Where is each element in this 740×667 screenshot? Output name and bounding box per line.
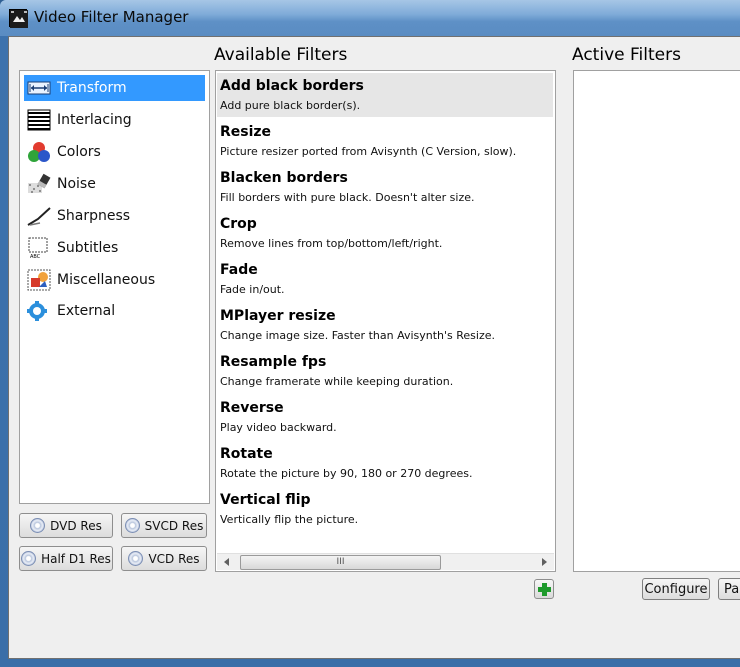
half-d1-res-button[interactable]: Half D1 Res <box>19 546 113 571</box>
filter-name: Reverse <box>220 400 284 416</box>
partial-button[interactable]: Par <box>718 578 740 600</box>
available-filters-heading: Available Filters <box>214 45 348 65</box>
category-transform[interactable]: Transform <box>24 75 205 101</box>
vcd-res-label: VCD Res <box>148 551 200 566</box>
filter-description: Change image size. Faster than Avisynth'… <box>220 329 496 342</box>
configure-button[interactable]: Configure <box>642 578 710 600</box>
filter-description: Rotate the picture by 90, 180 or 270 deg… <box>220 467 473 480</box>
filter-description: Fill borders with pure black. Doesn't al… <box>220 191 475 204</box>
category-subtitles[interactable]: ABC Subtitles <box>24 235 205 261</box>
category-label: Subtitles <box>57 240 119 256</box>
scrollbar-thumb[interactable]: III <box>240 555 441 570</box>
filter-name: Resample fps <box>220 354 327 370</box>
dvd-res-button[interactable]: DVD Res <box>19 513 113 538</box>
filter-name: Rotate <box>220 446 273 462</box>
filter-name: Fade <box>220 262 258 278</box>
category-sharpness[interactable]: Sharpness <box>24 203 205 229</box>
filter-name: MPlayer resize <box>220 308 336 324</box>
disc-icon <box>30 518 46 533</box>
available-filters-list[interactable]: Add black borders Add pure black border(… <box>215 70 556 572</box>
filter-name: Blacken borders <box>220 170 348 186</box>
category-label: Interlacing <box>57 112 132 128</box>
external-icon <box>26 300 52 322</box>
dialog-body: Available Filters Active Filters Transfo… <box>8 36 740 659</box>
filter-add-black-borders[interactable]: Add black borders Add pure black border(… <box>217 73 553 117</box>
category-label: Sharpness <box>57 208 131 224</box>
category-interlacing[interactable]: Interlacing <box>24 107 205 133</box>
filter-name: Crop <box>220 216 257 232</box>
title-bar[interactable]: Video Filter Manager <box>0 0 740 36</box>
category-colors[interactable]: Colors <box>24 139 205 165</box>
category-label: Colors <box>57 144 101 160</box>
subtitles-icon: ABC <box>26 237 52 260</box>
sharpness-icon <box>26 205 52 227</box>
interlacing-icon <box>26 109 52 131</box>
category-noise[interactable]: Noise <box>24 171 205 197</box>
filter-description: Change framerate while keeping duration. <box>220 375 454 388</box>
active-filters-list[interactable] <box>573 70 740 572</box>
add-filter-button[interactable] <box>534 579 554 599</box>
category-label: Transform <box>57 80 127 96</box>
filter-description: Fade in/out. <box>220 283 285 296</box>
filter-name: Vertical flip <box>220 492 311 508</box>
filter-name: Resize <box>220 124 272 140</box>
horizontal-scrollbar[interactable]: III <box>217 553 554 570</box>
app-window: Video Filter Manager Available Filters A… <box>0 0 740 667</box>
filter-crop[interactable]: Crop Remove lines from top/bottom/left/r… <box>217 211 553 255</box>
scroll-left-icon[interactable] <box>224 558 229 566</box>
category-label: External <box>57 303 116 319</box>
disc-icon <box>21 551 37 566</box>
filter-resize[interactable]: Resize Picture resizer ported from Avisy… <box>217 119 553 163</box>
filter-description: Vertically flip the picture. <box>220 513 359 526</box>
filter-name: Add black borders <box>220 78 364 94</box>
svcd-res-button[interactable]: SVCD Res <box>121 513 207 538</box>
category-external[interactable]: External <box>24 298 205 324</box>
app-icon <box>9 9 28 28</box>
filter-description: Play video backward. <box>220 421 337 434</box>
filter-description: Picture resizer ported from Avisynth (C … <box>220 145 517 158</box>
disc-icon <box>128 551 144 566</box>
disc-icon <box>124 518 140 533</box>
filter-rotate[interactable]: Rotate Rotate the picture by 90, 180 or … <box>217 441 553 485</box>
vcd-res-button[interactable]: VCD Res <box>121 546 207 571</box>
category-list: Transform Interlacing Colors Noise Sharp… <box>19 70 210 504</box>
filter-mplayer-resize[interactable]: MPlayer resize Change image size. Faster… <box>217 303 553 347</box>
filter-fade[interactable]: Fade Fade in/out. <box>217 257 553 301</box>
category-label: Miscellaneous <box>57 272 156 288</box>
transform-icon <box>26 77 52 99</box>
filter-reverse[interactable]: Reverse Play video backward. <box>217 395 553 439</box>
category-label: Noise <box>57 176 96 192</box>
window-title: Video Filter Manager <box>34 8 189 26</box>
filter-resample-fps[interactable]: Resample fps Change framerate while keep… <box>217 349 553 393</box>
filter-blacken-borders[interactable]: Blacken borders Fill borders with pure b… <box>217 165 553 209</box>
filter-vertical-flip[interactable]: Vertical flip Vertically flip the pictur… <box>217 487 553 531</box>
miscellaneous-icon <box>26 269 52 291</box>
category-miscellaneous[interactable]: Miscellaneous <box>24 267 205 293</box>
active-filters-heading: Active Filters <box>572 45 681 65</box>
svcd-res-label: SVCD Res <box>144 518 204 533</box>
half-d1-res-label: Half D1 Res <box>41 551 111 566</box>
noise-icon <box>26 173 52 195</box>
scroll-right-icon[interactable] <box>542 558 547 566</box>
filter-description: Add pure black border(s). <box>220 99 361 112</box>
colors-icon <box>26 141 52 163</box>
dvd-res-label: DVD Res <box>50 518 102 533</box>
filter-description: Remove lines from top/bottom/left/right. <box>220 237 443 250</box>
svg-text:ABC: ABC <box>30 254 41 259</box>
